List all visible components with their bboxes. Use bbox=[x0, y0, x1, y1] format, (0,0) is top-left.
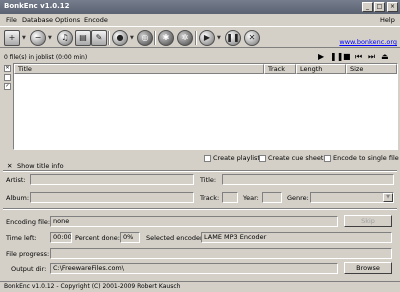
chevron-down-icon[interactable]: ▼ bbox=[22, 35, 26, 41]
website-link[interactable]: www.bonkenc.org bbox=[339, 38, 397, 46]
joblist[interactable]: Title Track Length Size bbox=[13, 63, 398, 150]
toolbar-separator bbox=[108, 31, 110, 45]
maximize-button[interactable]: □ bbox=[374, 2, 385, 12]
year-label: Year: bbox=[243, 194, 259, 202]
minimize-button[interactable]: _ bbox=[362, 2, 373, 12]
cd-drive-icon[interactable]: ▤ bbox=[75, 30, 91, 46]
artist-field[interactable] bbox=[30, 174, 194, 185]
close-button[interactable]: × bbox=[387, 2, 398, 12]
window-title: BonkEnc v1.0.12 bbox=[4, 2, 70, 10]
encode-single-file-label: Encode to single file bbox=[333, 154, 399, 162]
percent-done-label: Percent done: bbox=[75, 234, 120, 242]
toggle-selection-checkbox[interactable]: ✓ bbox=[4, 83, 11, 90]
show-title-info-label: Show title info bbox=[17, 162, 64, 170]
remove-files-icon[interactable]: − bbox=[30, 30, 46, 46]
selected-encoder-field: LAME MP3 Encoder bbox=[201, 232, 392, 243]
artist-label: Artist: bbox=[6, 176, 26, 184]
chevron-down-icon[interactable]: ▼ bbox=[383, 193, 393, 202]
edit-tags-icon[interactable]: ✎ bbox=[91, 30, 107, 46]
pause-icon[interactable]: ❚❚ bbox=[330, 52, 343, 61]
output-dir-label: Output dir: bbox=[11, 265, 47, 273]
add-files-icon[interactable]: + bbox=[4, 30, 20, 46]
chevron-down-icon[interactable]: ▼ bbox=[48, 35, 52, 41]
time-left-field: 00:00 bbox=[50, 232, 72, 243]
create-cue-sheet-label: Create cue sheet bbox=[268, 154, 324, 162]
file-progress-label: File progress: bbox=[6, 250, 50, 258]
cddb-query-icon[interactable]: ♫ bbox=[57, 30, 73, 46]
album-field[interactable] bbox=[30, 192, 194, 203]
track-label: Track: bbox=[200, 194, 220, 202]
joblist-header: Title Track Length Size bbox=[14, 64, 397, 74]
toolbar-separator bbox=[154, 31, 156, 45]
column-size[interactable]: Size bbox=[346, 64, 397, 74]
title-field[interactable] bbox=[222, 174, 394, 185]
year-field[interactable] bbox=[262, 192, 282, 203]
select-all-checkbox[interactable]: ✕ bbox=[4, 65, 11, 72]
next-icon[interactable]: ⏭ bbox=[368, 52, 375, 61]
column-title[interactable]: Title bbox=[14, 64, 264, 74]
encoding-file-label: Encoding file: bbox=[6, 218, 51, 226]
previous-icon[interactable]: ⏮ bbox=[355, 52, 362, 61]
title-bar: BonkEnc v1.0.12 _ □ × bbox=[0, 0, 400, 14]
browse-button[interactable]: Browse bbox=[344, 262, 392, 274]
column-track[interactable]: Track bbox=[264, 64, 296, 74]
chevron-down-icon[interactable]: ▼ bbox=[130, 35, 134, 41]
show-title-info-toggle[interactable]: ✕ bbox=[7, 162, 12, 170]
play-encode-icon[interactable]: ▶ bbox=[199, 30, 215, 46]
file-progress-bar bbox=[50, 248, 392, 259]
menu-file[interactable]: File bbox=[6, 16, 17, 24]
album-label: Album: bbox=[6, 194, 30, 202]
percent-done-field: 0% bbox=[120, 232, 140, 243]
menu-encode[interactable]: Encode bbox=[84, 16, 108, 24]
create-cue-sheet-checkbox[interactable] bbox=[259, 155, 266, 162]
divider bbox=[3, 170, 397, 172]
cddb-icon[interactable]: ● bbox=[112, 30, 128, 46]
skip-button[interactable]: Skip bbox=[344, 215, 392, 227]
encoding-file-field: none bbox=[50, 216, 338, 227]
select-none-checkbox[interactable] bbox=[4, 74, 11, 81]
encode-single-file-checkbox[interactable] bbox=[324, 155, 331, 162]
create-playlist-checkbox[interactable] bbox=[204, 155, 211, 162]
database-icon[interactable]: ◎ bbox=[137, 30, 153, 46]
divider bbox=[3, 208, 397, 210]
eject-icon[interactable]: ⏏ bbox=[381, 52, 389, 61]
selected-encoder-label: Selected encoder: bbox=[146, 234, 205, 242]
track-field[interactable] bbox=[222, 192, 238, 203]
stop-icon[interactable]: ■ bbox=[343, 52, 351, 61]
menu-bar: File Database Options Encode Help bbox=[0, 14, 400, 26]
menu-database[interactable]: Database bbox=[22, 16, 53, 24]
genre-label: Genre: bbox=[287, 194, 309, 202]
title-label: Title: bbox=[200, 176, 217, 184]
toolbar-separator bbox=[195, 31, 197, 45]
output-dir-field[interactable]: C:\FreewareFiles.com\ bbox=[50, 263, 338, 274]
genre-select[interactable]: ▼ bbox=[310, 192, 394, 203]
status-bar: BonkEnc v1.0.12 - Copyright (C) 2001-200… bbox=[0, 281, 400, 292]
menu-help[interactable]: Help bbox=[380, 16, 395, 24]
column-length[interactable]: Length bbox=[296, 64, 346, 74]
chevron-down-icon[interactable]: ▼ bbox=[217, 35, 221, 41]
create-playlist-label: Create playlist bbox=[213, 154, 260, 162]
settings-icon[interactable]: ✱ bbox=[158, 30, 174, 46]
pause-icon[interactable]: ❚❚ bbox=[225, 30, 241, 46]
stop-icon[interactable]: ✕ bbox=[244, 30, 260, 46]
play-icon[interactable]: ▶ bbox=[318, 52, 324, 61]
menu-options[interactable]: Options bbox=[55, 16, 80, 24]
time-left-label: Time left: bbox=[6, 234, 37, 242]
joblist-info: 0 file(s) in joblist (0:00 min) bbox=[4, 54, 88, 61]
gear-icon[interactable]: ✲ bbox=[177, 30, 193, 46]
